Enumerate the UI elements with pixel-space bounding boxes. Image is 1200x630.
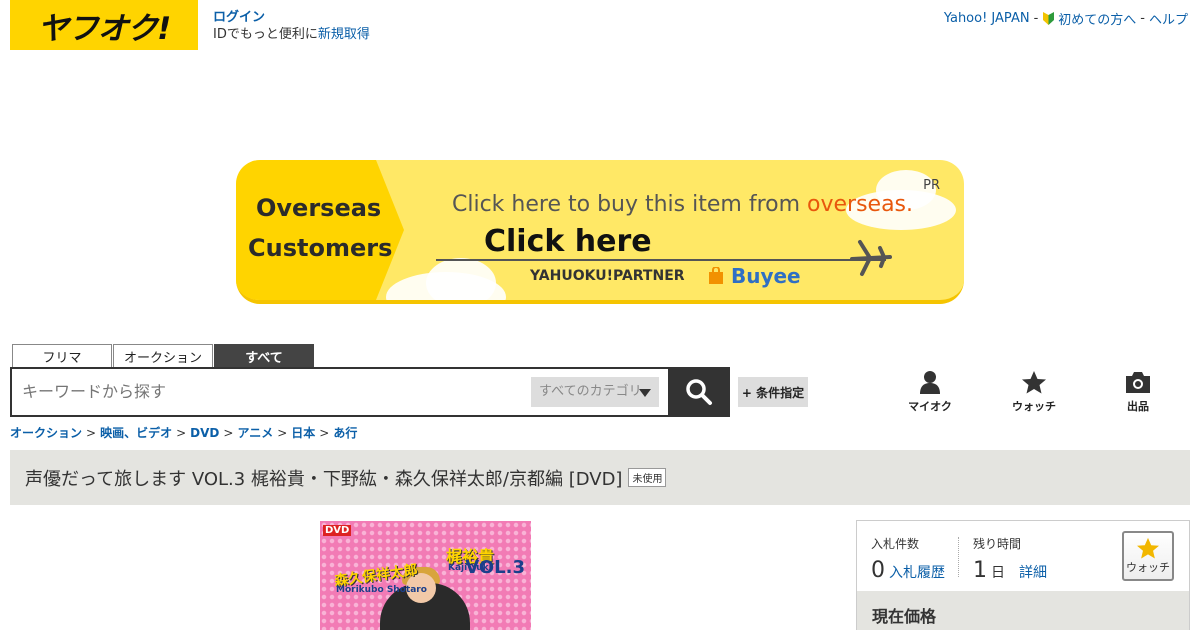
partner-text: YAHUOKU!PARTNER (530, 268, 685, 284)
headline-prefix: Click here to buy this item from (452, 192, 808, 217)
banner-headline: Click here to buy this item from oversea… (452, 192, 913, 217)
time-left-col: 残り時間 1 日 詳細 (973, 535, 1047, 583)
banner-overseas-text: Overseas (256, 194, 382, 222)
nav-separator: - (1033, 11, 1039, 26)
search-input[interactable] (22, 369, 522, 415)
dvd-tag: DVD (323, 525, 352, 536)
watch-button-label: ウォッチ (1126, 561, 1170, 574)
login-link[interactable]: ログイン (213, 9, 370, 26)
sell-link[interactable]: 出品 (1103, 370, 1173, 416)
time-detail-link[interactable]: 詳細 (1019, 562, 1047, 582)
breadcrumb-separator: > (223, 426, 234, 440)
beginners-link-wrap: 初めての方へ (1042, 9, 1136, 28)
breadcrumb-item[interactable]: 日本 (291, 426, 315, 440)
signup-link[interactable]: 新規取得 (318, 27, 370, 42)
beginner-mark-icon (1043, 12, 1055, 25)
current-price-label: 現在価格 (872, 607, 937, 626)
headline-accent: overseas. (807, 192, 914, 217)
time-left-unit: 日 (991, 565, 1005, 581)
divider (958, 537, 959, 577)
cover-vol: VOL.3 (465, 557, 525, 578)
bid-count-label: 入札件数 (871, 537, 920, 551)
tab-all[interactable]: すべて (214, 344, 314, 367)
conditions-button[interactable]: + 条件指定 (738, 377, 808, 407)
watch-list-link[interactable]: ウォッチ (999, 370, 1069, 416)
buyee-brand: Buyee (708, 264, 801, 288)
bid-panel: 入札件数 0 入札履歴 残り時間 1 日 詳細 ウォッチ 現在価格 (856, 520, 1190, 630)
breadcrumb-item[interactable]: DVD (190, 426, 219, 440)
bid-count-value: 0 (871, 558, 885, 583)
search-tabs: フリマ オークション すべて (12, 344, 314, 367)
yahuoku-logo[interactable]: ヤフオク! (10, 0, 198, 50)
buyee-text: Buyee (730, 264, 801, 288)
breadcrumb-item[interactable]: あ行 (333, 426, 357, 440)
bid-count-col: 入札件数 0 入札履歴 (871, 535, 945, 583)
star-icon (1137, 537, 1159, 559)
current-price-section: 現在価格 (857, 591, 1189, 630)
tab-flea-market[interactable]: フリマ (12, 344, 112, 367)
sell-label: 出品 (1127, 400, 1149, 413)
nav-separator: - (1140, 11, 1145, 26)
bid-history-link[interactable]: 入札履歴 (889, 562, 945, 582)
breadcrumb-item[interactable]: アニメ (237, 426, 273, 440)
chevron-down-icon (639, 389, 651, 397)
buyee-banner[interactable]: Overseas Customers PR Click here to buy … (236, 160, 964, 304)
flight-line (436, 259, 886, 261)
time-left-label: 残り時間 (973, 537, 1022, 551)
camera-icon (1126, 372, 1150, 393)
cloud-decoration (426, 258, 496, 300)
banner-cta[interactable]: Click here (484, 224, 652, 259)
product-image[interactable]: DVD 森久保祥太郎 Morikubo Shotaro 梶裕貴 Kaji Yuk… (320, 521, 531, 630)
watch-label: ウォッチ (1012, 400, 1056, 413)
time-left-value: 1 (973, 558, 987, 583)
yahoo-japan-link[interactable]: Yahoo! JAPAN (944, 11, 1030, 26)
search-bar: すべてのカテゴリ (10, 367, 730, 417)
myauction-label: マイオク (908, 400, 952, 413)
login-box: ログイン IDでもっと便利に新規取得 (213, 9, 370, 43)
banner-customers-text: Customers (248, 234, 393, 262)
breadcrumb-separator: > (176, 426, 187, 440)
signup-prompt: IDでもっと便利に新規取得 (213, 26, 370, 43)
star-icon (1022, 371, 1046, 394)
item-title: 声優だって旅します VOL.3 梶裕貴・下野紘・森久保祥太郎/京都編 [DVD] (25, 468, 623, 490)
id-text: IDでもっと便利に (213, 27, 318, 42)
breadcrumb: オークション > 映画、ビデオ > DVD > アニメ > 日本 > あ行 (10, 424, 357, 441)
category-select[interactable]: すべてのカテゴリ (531, 377, 659, 407)
top-nav: Yahoo! JAPAN - 初めての方へ - ヘルプ (944, 9, 1188, 28)
tab-auction[interactable]: オークション (113, 344, 213, 367)
breadcrumb-separator: > (277, 426, 288, 440)
condition-badge: 未使用 (628, 468, 667, 487)
myauction-link[interactable]: マイオク (895, 370, 965, 416)
airplane-icon (850, 240, 892, 276)
pr-label: PR (923, 178, 940, 193)
beginners-link[interactable]: 初めての方へ (1058, 9, 1136, 28)
category-select-value: すべてのカテゴリ (539, 384, 642, 399)
item-title-bar: 声優だって旅します VOL.3 梶裕貴・下野紘・森久保祥太郎/京都編 [DVD]… (10, 450, 1190, 505)
search-icon (686, 379, 712, 405)
breadcrumb-separator: > (319, 426, 330, 440)
help-link[interactable]: ヘルプ (1149, 9, 1188, 28)
cover-romaji-1: Morikubo Shotaro (336, 585, 427, 595)
user-icon (920, 371, 940, 394)
breadcrumb-item[interactable]: オークション (10, 426, 82, 440)
banner-left-panel (236, 160, 404, 300)
shopping-bag-icon (709, 266, 723, 284)
breadcrumb-separator: > (86, 426, 97, 440)
logo-text: ヤフオク! (37, 10, 172, 47)
watch-button[interactable]: ウォッチ (1122, 531, 1174, 581)
search-button[interactable] (668, 367, 730, 417)
breadcrumb-item[interactable]: 映画、ビデオ (100, 426, 172, 440)
